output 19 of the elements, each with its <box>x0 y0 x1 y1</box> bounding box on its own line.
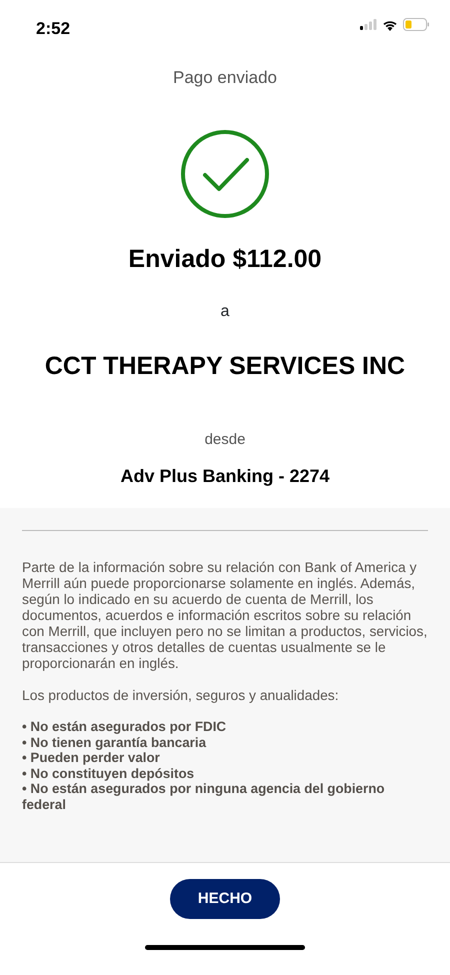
battery-icon <box>403 18 430 31</box>
wifi-icon <box>382 18 398 30</box>
disclosure-bullet: • No constituyen depósitos <box>22 766 196 781</box>
payee-name: CCT THERAPY SERVICES INC <box>44 351 406 382</box>
disclosure-bullet: • Pueden perder valor <box>22 750 161 766</box>
status-time: 2:52 <box>36 18 70 40</box>
signal-icon <box>360 19 377 30</box>
disclosure-text: Parte de la información sobre su relación con Bank of America y Merrill aún puede proporcionarse solamente en inglés. Además, según lo indicado en su acuerdo de cuenta de Merrill, los documentos, acuerdos e información escritos sobre su relación con Merrill, que incluyen pero no se limitan a productos, servicios, transacciones y otros detalles de cuentas usualmente se le proporcionarán en inglés. <box>22 559 428 671</box>
to-label: a <box>220 302 230 322</box>
done-button[interactable]: HECHO <box>170 879 280 919</box>
from-label: desde <box>204 430 246 450</box>
amount-sent: Enviado $112.00 <box>127 244 323 274</box>
screen-title: Pago enviado <box>172 67 278 89</box>
disclosure-bullet: • No están asegurados por ninguna agencia del gobierno federal <box>22 781 386 812</box>
disclosure-bullet: • No están asegurados por FDIC <box>22 719 228 734</box>
disclosure-bullet: • No tienen garantía bancaria <box>22 734 208 750</box>
disclosure-intro: Los productos de inversión, seguros y anualidades: <box>22 687 340 703</box>
account-name: Adv Plus Banking - 2274 <box>119 465 331 488</box>
checkmark-circle-icon <box>180 128 270 218</box>
